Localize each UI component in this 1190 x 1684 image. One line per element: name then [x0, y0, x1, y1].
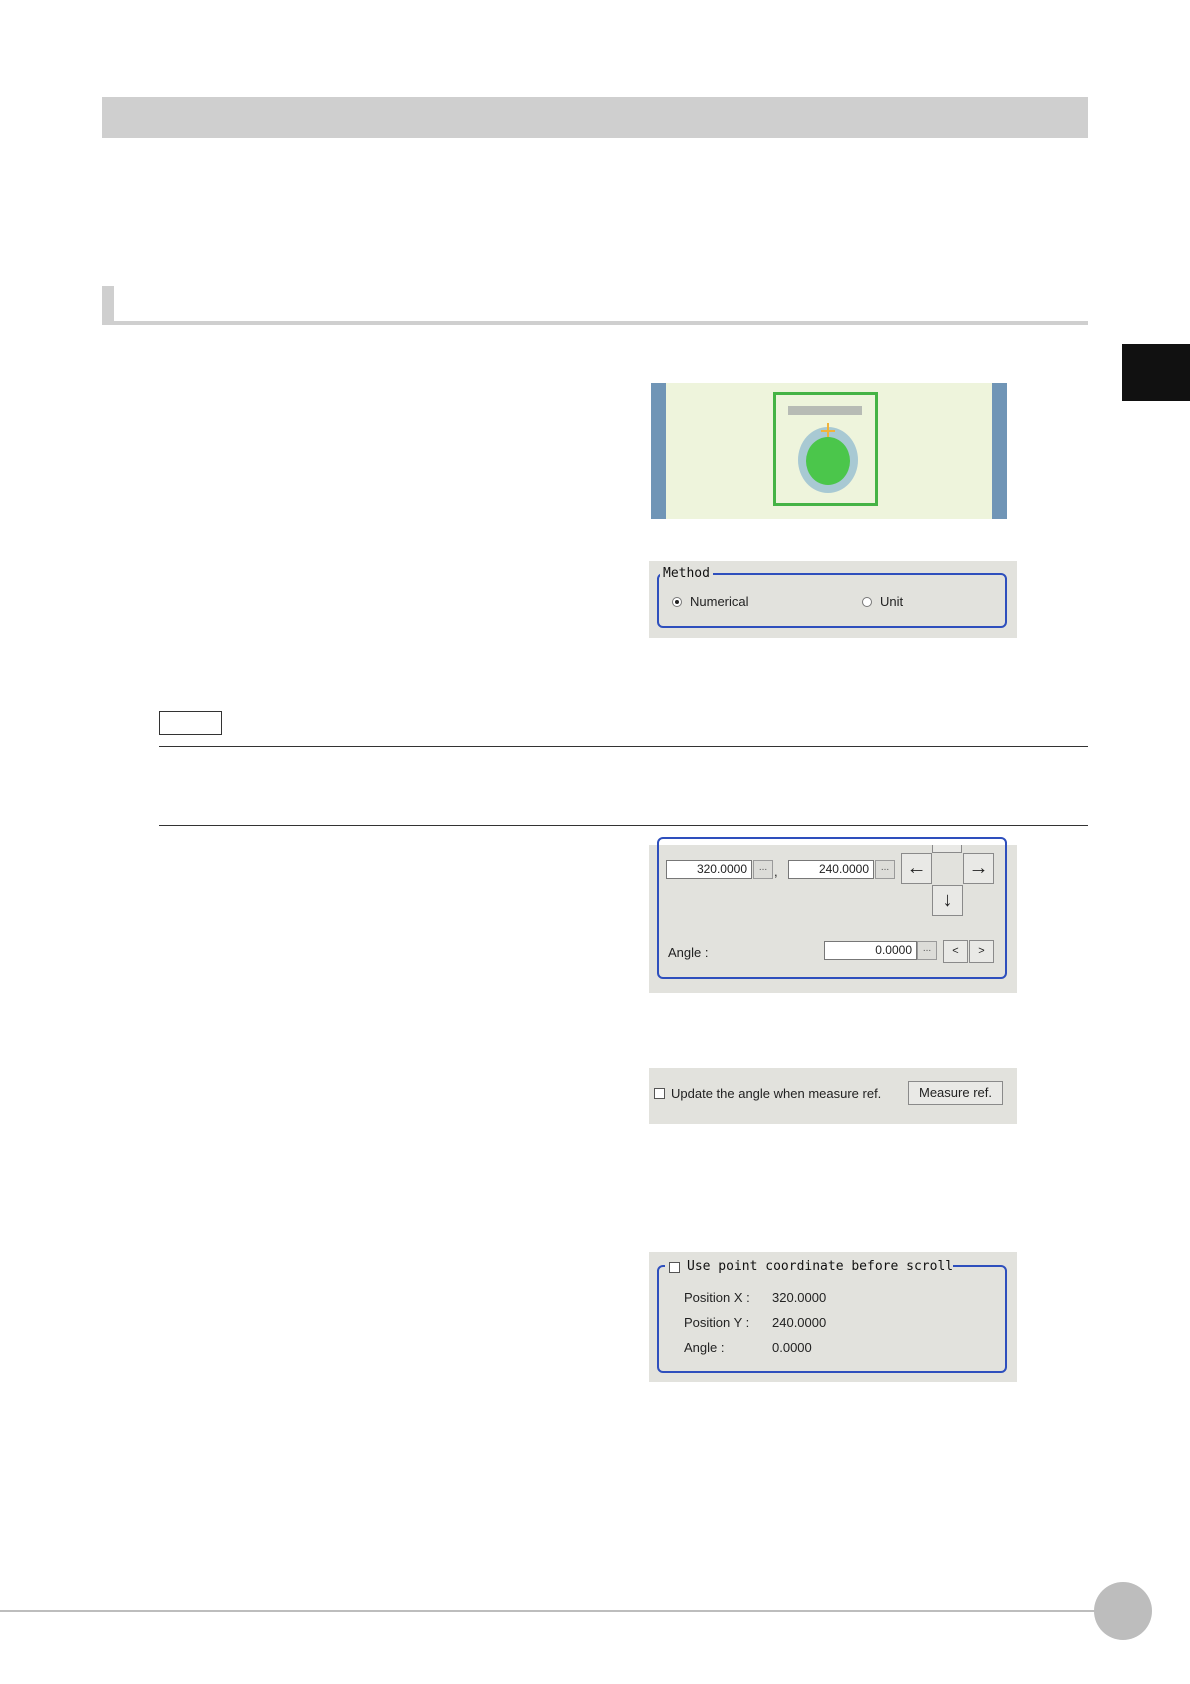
position-y-value: 240.0000 [772, 1315, 827, 1330]
measure-ref-panel: Update the angle when measure ref. Measu… [649, 1068, 1017, 1124]
position-panel: 320.0000 ... , 240.0000 ... ← → ↓ Angle … [649, 837, 1017, 993]
update-angle-checkbox[interactable] [654, 1088, 665, 1099]
method-legend: Method [660, 566, 713, 581]
arrow-up-button[interactable] [932, 845, 962, 853]
angle-row-value: 0.0000 [772, 1340, 812, 1355]
position-y-label: Position Y : [684, 1315, 750, 1330]
scroll-coordinate-panel: Use point coordinate before scroll Posit… [649, 1252, 1017, 1382]
use-scroll-coordinate-checkbox[interactable] [669, 1262, 680, 1273]
reference-crosshair-v [827, 423, 829, 437]
xy-separator: , [774, 864, 778, 879]
method-panel: Method Numerical Unit [649, 561, 1017, 638]
footer-rule [0, 1610, 1110, 1612]
note-label-box [159, 711, 222, 735]
arrow-left-button[interactable]: ← [901, 853, 932, 884]
position-y-field[interactable]: 240.0000 [788, 860, 874, 879]
angle-increase-button[interactable]: > [969, 940, 994, 963]
use-scroll-coordinate-label[interactable]: Use point coordinate before scroll [687, 1259, 954, 1274]
arrow-right-button[interactable]: → [963, 853, 994, 884]
unit-radio[interactable] [862, 597, 872, 607]
page-number-badge [1094, 1582, 1152, 1640]
note-top-rule [159, 746, 1088, 747]
preview-left-edge [651, 383, 666, 519]
region-label-bar [788, 406, 862, 415]
angle-label: Angle : [668, 945, 709, 960]
chapter-title-bar [102, 97, 1088, 138]
measure-ref-button[interactable]: Measure ref. [908, 1081, 1003, 1105]
arrow-down-button[interactable]: ↓ [932, 885, 963, 916]
position-x-label: Position X : [684, 1290, 750, 1305]
position-x-value: 320.0000 [772, 1290, 827, 1305]
angle-decrease-button[interactable]: < [943, 940, 968, 963]
angle-field[interactable]: 0.0000 [824, 941, 917, 960]
numerical-radio[interactable] [672, 597, 682, 607]
update-angle-label[interactable]: Update the angle when measure ref. [671, 1086, 881, 1101]
section-heading-rule [102, 321, 1088, 325]
position-x-field[interactable]: 320.0000 [666, 860, 752, 879]
numerical-radio-label[interactable]: Numerical [690, 594, 749, 609]
angle-row-label: Angle : [684, 1340, 725, 1355]
target-object [806, 437, 850, 485]
position-x-edit-button[interactable]: ... [753, 860, 773, 879]
preview-right-edge [992, 383, 1007, 519]
section-heading-accent [102, 286, 114, 325]
angle-edit-button[interactable]: ... [917, 941, 937, 960]
position-y-edit-button[interactable]: ... [875, 860, 895, 879]
chapter-side-tab [1122, 344, 1190, 401]
note-bottom-rule [159, 825, 1088, 826]
measurement-preview-image [651, 383, 1007, 519]
unit-radio-label[interactable]: Unit [880, 594, 903, 609]
